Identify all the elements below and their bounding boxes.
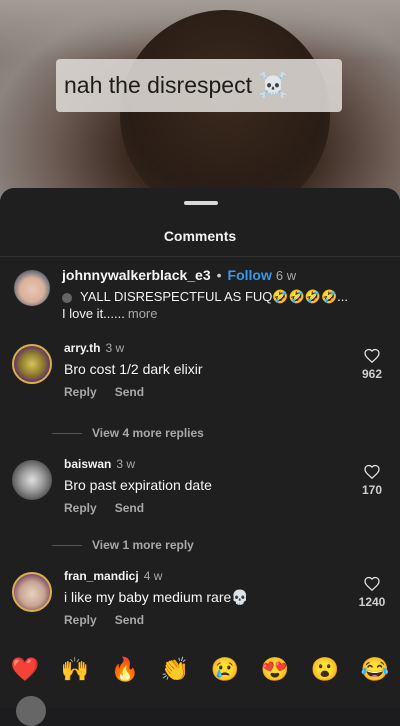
- view-replies-label: View 1 more reply: [92, 538, 194, 552]
- comment-text: Bro past expiration date: [64, 477, 212, 493]
- like-button[interactable]: 962: [352, 348, 392, 381]
- heart-eyes-icon[interactable]: 😍: [261, 656, 290, 683]
- comment-username[interactable]: baiswan: [64, 457, 111, 471]
- video-caption-text: nah the disrespect: [64, 72, 252, 98]
- comment-username[interactable]: fran_mandicj: [64, 569, 139, 583]
- crying-face-icon[interactable]: 😢: [211, 656, 240, 683]
- reply-button[interactable]: Reply: [64, 385, 97, 399]
- divider: [0, 256, 400, 257]
- emoji-reaction-bar: ❤️ 🙌 🔥 👏 😢 😍 😮 😂: [0, 654, 400, 684]
- sheet-title: Comments: [163, 228, 237, 244]
- view-replies-button[interactable]: View 4 more replies: [52, 426, 204, 440]
- clapping-hands-icon[interactable]: 👏: [161, 656, 190, 683]
- surprised-face-icon[interactable]: 😮: [311, 656, 340, 683]
- heart-icon: [364, 464, 380, 479]
- raising-hands-icon[interactable]: 🙌: [61, 656, 90, 683]
- fire-icon[interactable]: 🔥: [111, 656, 140, 683]
- comment-time: 4 w: [143, 569, 163, 583]
- reply-button[interactable]: Reply: [64, 613, 97, 627]
- comments-sheet: Comments johnnywalkerblack_e3 • Follow 6 w …: [0, 188, 400, 726]
- reply-line: [52, 433, 82, 435]
- view-replies-label: View 4 more replies: [92, 426, 204, 440]
- like-button[interactable]: 1240: [352, 576, 392, 609]
- comment-item: fran_mandicj 4 w i like my baby medium ra…: [12, 568, 392, 658]
- avatar[interactable]: [12, 460, 52, 500]
- caption-time: 6 w: [275, 268, 297, 283]
- avatar[interactable]: [12, 344, 52, 384]
- caption-text-line1: YALL DISRESPECTFUL AS FUQ🤣🤣🤣🤣...: [80, 289, 348, 304]
- reply-button[interactable]: Reply: [64, 501, 97, 515]
- avatar[interactable]: [14, 270, 50, 306]
- comment-text: Bro cost 1/2 dark elixir: [64, 361, 203, 377]
- view-replies-button[interactable]: View 1 more reply: [52, 538, 194, 552]
- video-text-overlay: nah the disrespect ☠️: [56, 59, 342, 112]
- comment-time: 3 w: [105, 341, 125, 355]
- comment-time: 3 w: [116, 457, 136, 471]
- drag-handle[interactable]: [184, 201, 218, 205]
- red-heart-icon[interactable]: ❤️: [11, 656, 40, 683]
- comment-item: baiswan 3 w Bro past expiration date Repl…: [12, 456, 392, 546]
- reply-line: [52, 545, 82, 547]
- laughing-face-icon[interactable]: 😂: [361, 656, 390, 683]
- caption-username[interactable]: johnnywalkerblack_e3: [62, 267, 211, 283]
- bullet-icon: [62, 292, 72, 303]
- like-count: 1240: [358, 595, 386, 609]
- heart-icon: [364, 348, 380, 363]
- send-button[interactable]: Send: [115, 385, 144, 399]
- comment-text: i like my baby medium rare💀: [64, 589, 249, 605]
- more-link[interactable]: more: [128, 306, 158, 321]
- like-count: 170: [361, 483, 383, 497]
- avatar[interactable]: [12, 572, 52, 612]
- follow-button[interactable]: Follow: [228, 267, 272, 283]
- heart-icon: [364, 576, 380, 591]
- skull-icon: ☠️: [257, 72, 288, 99]
- like-count: 962: [361, 367, 383, 381]
- comment-username[interactable]: arry.th: [64, 341, 100, 355]
- send-button[interactable]: Send: [115, 501, 144, 515]
- send-button[interactable]: Send: [115, 613, 144, 627]
- comment-item: arry.th 3 w Bro cost 1/2 dark elixir Repl…: [12, 340, 392, 430]
- caption-text-line2: I love it......: [62, 306, 125, 321]
- separator-dot: •: [216, 267, 222, 283]
- current-user-avatar[interactable]: [16, 696, 46, 726]
- like-button[interactable]: 170: [352, 464, 392, 497]
